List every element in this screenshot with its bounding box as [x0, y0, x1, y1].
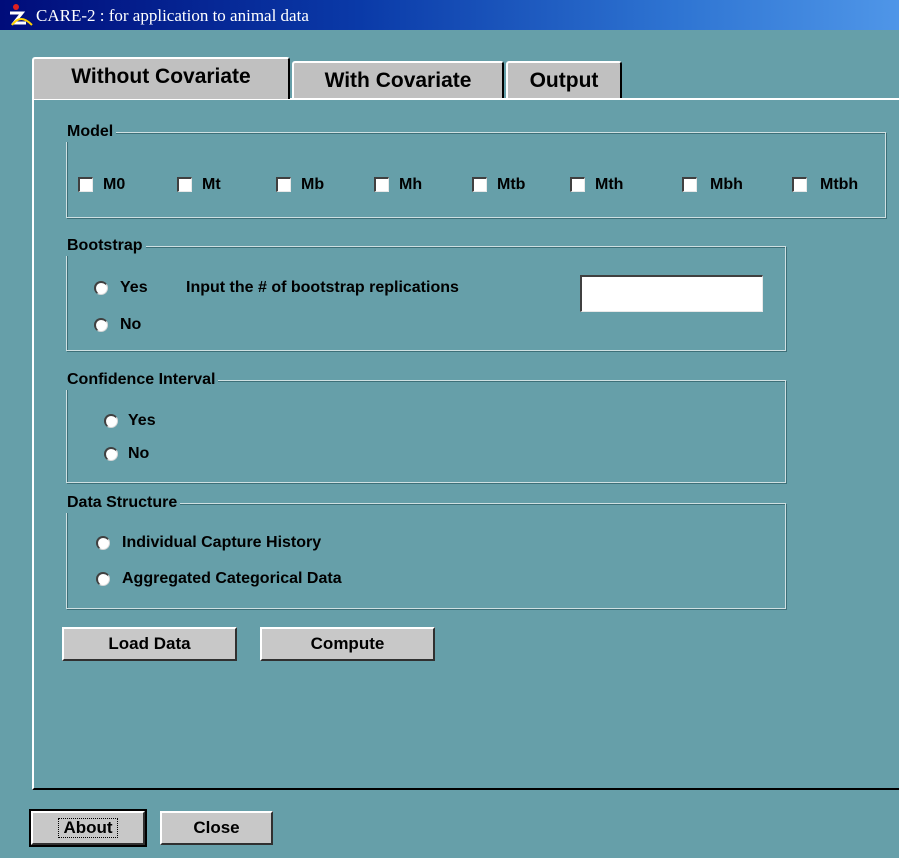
- checkbox-mt-label: Mt: [202, 176, 221, 193]
- close-button-label: Close: [193, 818, 240, 837]
- checkbox-mh[interactable]: [374, 177, 389, 192]
- individual-capture-history-label: Individual Capture History: [122, 534, 322, 551]
- bootstrap-no-radio[interactable]: [94, 318, 108, 332]
- model-group: Model: [64, 122, 886, 218]
- tab-without-covariate[interactable]: Without Covariate: [32, 57, 290, 99]
- confidence-no-radio[interactable]: [104, 447, 118, 461]
- checkbox-mth[interactable]: [570, 177, 585, 192]
- tab-label: With Covariate: [324, 69, 472, 92]
- individual-capture-history-radio[interactable]: [96, 536, 110, 550]
- confidence-interval-group-title: Confidence Interval: [64, 370, 219, 390]
- checkbox-m0[interactable]: [78, 177, 93, 192]
- confidence-interval-group: Confidence Interval: [64, 370, 786, 483]
- tab-with-covariate[interactable]: With Covariate: [292, 61, 504, 99]
- compute-button-label: Compute: [310, 634, 385, 653]
- bootstrap-yes-label: Yes: [120, 279, 148, 296]
- confidence-yes-radio[interactable]: [104, 414, 118, 428]
- checkbox-mt[interactable]: [177, 177, 192, 192]
- checkbox-mtb[interactable]: [472, 177, 487, 192]
- close-button[interactable]: Close: [160, 811, 273, 845]
- bootstrap-no-label: No: [120, 316, 142, 333]
- checkbox-mbh[interactable]: [682, 177, 697, 192]
- tab-label: Output: [529, 69, 599, 92]
- checkbox-mtbh[interactable]: [792, 177, 807, 192]
- checkbox-mb[interactable]: [276, 177, 291, 192]
- bootstrap-replications-label: Input the # of bootstrap replications: [186, 279, 459, 296]
- title-bar: CARE-2 : for application to animal data: [0, 0, 899, 30]
- tab-label: Without Covariate: [71, 65, 251, 88]
- model-group-title: Model: [64, 122, 117, 142]
- bootstrap-group-title: Bootstrap: [64, 236, 146, 256]
- window-title: CARE-2 : for application to animal data: [36, 6, 309, 25]
- checkbox-m0-label: M0: [103, 176, 126, 193]
- checkbox-mh-label: Mh: [399, 176, 423, 193]
- checkbox-mbh-label: Mbh: [710, 176, 743, 193]
- load-data-button[interactable]: Load Data: [62, 627, 237, 661]
- aggregated-categorical-data-radio[interactable]: [96, 572, 110, 586]
- checkbox-mtb-label: Mtb: [497, 176, 526, 193]
- data-structure-group: Data Structure: [64, 493, 786, 609]
- checkbox-mb-label: Mb: [301, 176, 325, 193]
- confidence-yes-label: Yes: [128, 412, 156, 429]
- load-data-button-label: Load Data: [108, 634, 191, 653]
- care-app-icon: [10, 4, 33, 26]
- checkbox-mth-label: Mth: [595, 176, 624, 193]
- data-structure-group-title: Data Structure: [64, 493, 181, 513]
- about-button-label: About: [58, 818, 118, 838]
- bootstrap-yes-radio[interactable]: [94, 281, 108, 295]
- aggregated-categorical-data-label: Aggregated Categorical Data: [122, 570, 342, 587]
- compute-button[interactable]: Compute: [260, 627, 435, 661]
- confidence-no-label: No: [128, 445, 150, 462]
- about-button[interactable]: About: [29, 809, 147, 847]
- bootstrap-replications-input[interactable]: [580, 275, 763, 312]
- checkbox-mtbh-label: Mtbh: [820, 176, 859, 193]
- tab-output[interactable]: Output: [506, 61, 622, 99]
